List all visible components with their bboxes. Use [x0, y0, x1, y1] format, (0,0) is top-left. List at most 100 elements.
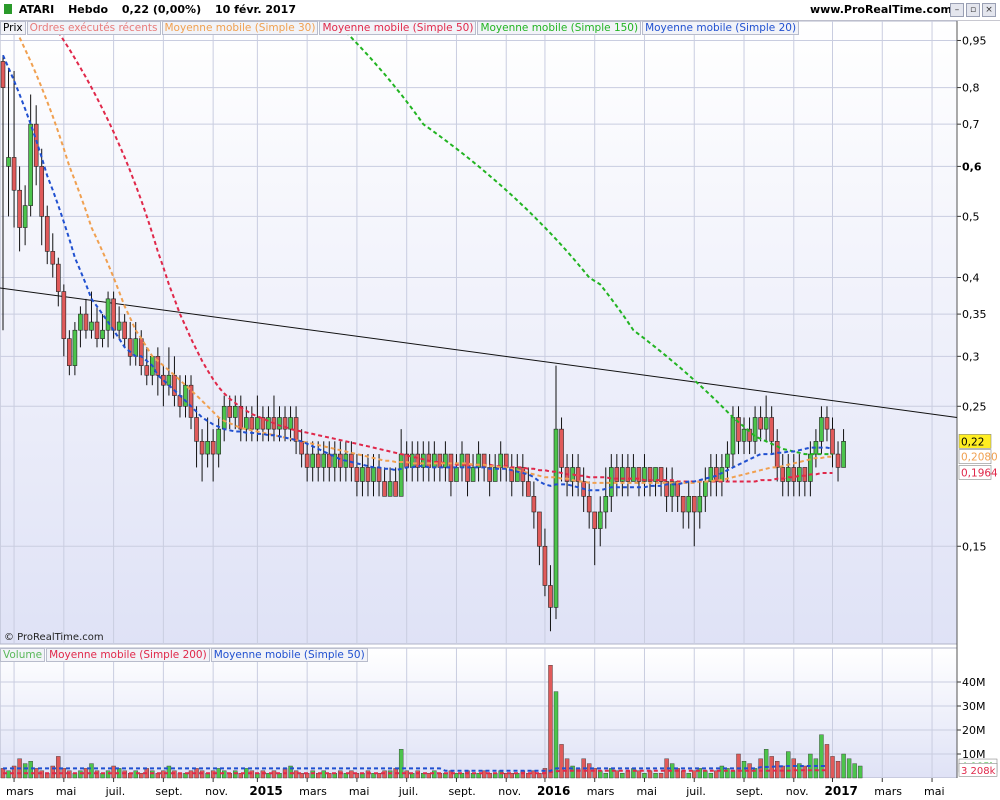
volume-legend-item[interactable]: Volume [0, 648, 46, 662]
candle-body [277, 417, 282, 430]
candle-body [105, 298, 111, 331]
candle-body [11, 157, 17, 191]
volume-bar [857, 765, 863, 779]
candle-body [216, 428, 221, 455]
time-tick-label: sept. [155, 785, 182, 798]
volume-bar [188, 770, 194, 779]
candle-body [266, 417, 271, 430]
main-legend-item[interactable]: Moyenne mobile (Simple 30) [161, 21, 319, 35]
volume-bar [614, 770, 620, 779]
candle-body [548, 585, 553, 608]
candle-body [741, 428, 747, 442]
candle-body [94, 321, 100, 339]
candle-body [537, 511, 542, 547]
main-legend-item[interactable]: Moyenne mobile (Simple 20) [642, 21, 800, 35]
time-tick-label: juil. [105, 785, 126, 798]
volume-bar [321, 770, 326, 779]
candle-body [78, 313, 83, 331]
candle-body [44, 216, 50, 252]
price-tick-label: 0,3 [962, 350, 980, 363]
candle-body [199, 441, 205, 455]
candle-body [409, 453, 415, 468]
candle-body [802, 467, 808, 482]
candle-body [398, 453, 404, 497]
candle-body [603, 496, 609, 513]
main-legend-item[interactable]: Moyenne mobile (Simple 50) [319, 21, 477, 35]
time-tick-label: mars [299, 785, 327, 798]
candle-body [354, 467, 360, 482]
candle-body [6, 157, 11, 167]
candle-body [531, 496, 537, 513]
volume-legend: Volume Moyenne mobile (Simple 200) Moyenne… [0, 648, 369, 662]
candle-body [559, 428, 564, 468]
volume-tick-label: 30M [962, 700, 986, 713]
volume-bar [636, 770, 642, 779]
volume-bar [703, 770, 708, 779]
volume-bar [338, 770, 343, 779]
candle-body [365, 467, 371, 482]
volume-bar [28, 761, 33, 779]
volume-bar [432, 770, 437, 779]
time-tick-label: 2017 [825, 784, 858, 798]
volume-bar [150, 770, 155, 779]
main-legend-item[interactable]: Moyenne mobile (Simple 150) [477, 21, 642, 35]
volume-bar [802, 765, 808, 779]
volume-bar [454, 773, 459, 779]
time-tick-label: mai [56, 785, 77, 798]
candle-body [210, 441, 216, 455]
volume-bar [221, 770, 227, 779]
time-tick-label: juil. [398, 785, 419, 798]
volume-bar [813, 758, 819, 779]
candle-body [244, 417, 249, 430]
candle-body [72, 329, 78, 366]
volume-bar [658, 773, 664, 779]
price-tick-label: 0,5 [962, 210, 980, 223]
candle-body [111, 298, 116, 331]
candle-body [0, 61, 6, 88]
candle-body [360, 467, 365, 482]
candle-body [725, 453, 730, 468]
candle-body [387, 481, 393, 497]
volume-bar [133, 770, 138, 779]
candle-body [680, 496, 686, 513]
candle-body [349, 453, 354, 468]
candle-body [127, 338, 133, 357]
time-tick-label: 2016 [537, 784, 570, 798]
volume-bar [56, 756, 61, 779]
volume-bar [22, 763, 28, 779]
volume-bar [852, 763, 857, 779]
candle-body [304, 453, 310, 468]
volume-legend-item[interactable]: Moyenne mobile (Simple 50) [210, 648, 368, 662]
candle-body [188, 384, 194, 418]
candle-body [520, 467, 526, 482]
main-legend-item[interactable]: Ordres exécutés récents [26, 21, 161, 35]
candle-body [691, 496, 697, 513]
candle-body [116, 321, 122, 331]
volume-bar [310, 770, 315, 779]
price-tick-label: 0,8 [962, 82, 980, 95]
volume-bar [686, 773, 691, 779]
candle-body [785, 467, 791, 482]
volume-bar [39, 770, 44, 779]
price-tick-label: 0,6 [962, 160, 982, 173]
candle-body [144, 365, 150, 376]
volume-bar [680, 770, 686, 779]
time-tick-label: mai [636, 785, 657, 798]
candle-body [28, 123, 33, 206]
volume-bar [841, 753, 846, 779]
volume-bar [642, 773, 647, 779]
price-tick-label: 0,25 [962, 400, 987, 413]
candle-body [708, 467, 714, 482]
volume-bar [415, 770, 420, 779]
price-tick-label: 0,4 [962, 272, 980, 285]
time-tick-label: mars [874, 785, 902, 798]
time-tick-label: juil. [685, 785, 706, 798]
candle-body [393, 481, 398, 497]
candle-body [808, 453, 813, 482]
main-legend-item[interactable]: Prix [0, 21, 26, 35]
candle-body [526, 481, 531, 497]
chart-canvas[interactable]: 0,95 0,8 0,7 0,6 0,5 0,4 0,35 0,3 0,25 0,15 40M 30M… [0, 0, 1000, 800]
volume-legend-item[interactable]: Moyenne mobile (Simple 200) [46, 648, 210, 662]
main-legend: Prix Ordres exécutés récents Moyenne mobil… [0, 21, 800, 35]
time-tick-label: 2015 [249, 784, 282, 798]
